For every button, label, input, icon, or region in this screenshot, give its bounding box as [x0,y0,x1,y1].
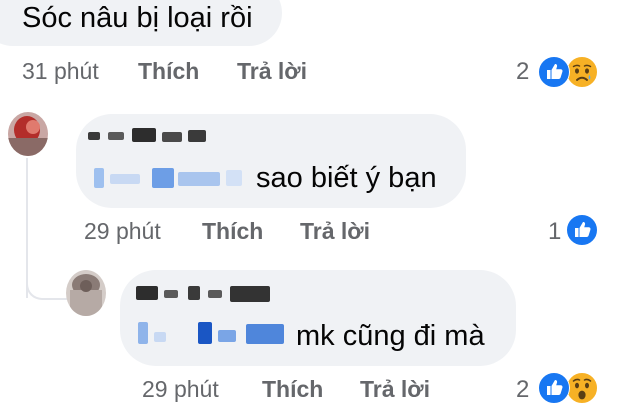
author-name-blurred[interactable] [134,282,294,306]
author-name-blurred[interactable] [86,126,226,148]
mention-blurred[interactable] [136,318,296,350]
like-icon[interactable] [566,214,598,246]
reaction-count[interactable]: 2 [516,376,529,404]
comment-time[interactable]: 29 phút [142,376,219,403]
reaction-count[interactable]: 2 [516,58,529,86]
mention-blurred[interactable] [92,164,252,192]
comment-text: sao biết ý bạn [256,162,437,194]
comment-text: Sóc nâu bị loại rồi [22,2,253,34]
avatar[interactable] [66,270,106,316]
comment-time[interactable]: 29 phút [84,218,161,245]
like-icon[interactable] [538,372,570,404]
reply-button[interactable]: Trả lời [360,376,430,403]
wow-icon[interactable] [566,372,598,404]
comment-time[interactable]: 31 phút [22,58,99,85]
avatar[interactable] [8,112,48,156]
reply-button[interactable]: Trả lời [237,58,307,85]
reply-button[interactable]: Trả lời [300,218,370,245]
sad-icon[interactable] [566,56,598,88]
like-button[interactable]: Thích [262,376,323,403]
like-icon[interactable] [538,56,570,88]
like-button[interactable]: Thích [202,218,263,245]
comment-text: mk cũng đi mà [296,320,485,352]
reaction-count[interactable]: 1 [548,218,561,246]
like-button[interactable]: Thích [138,58,199,85]
thread-line [26,238,70,300]
